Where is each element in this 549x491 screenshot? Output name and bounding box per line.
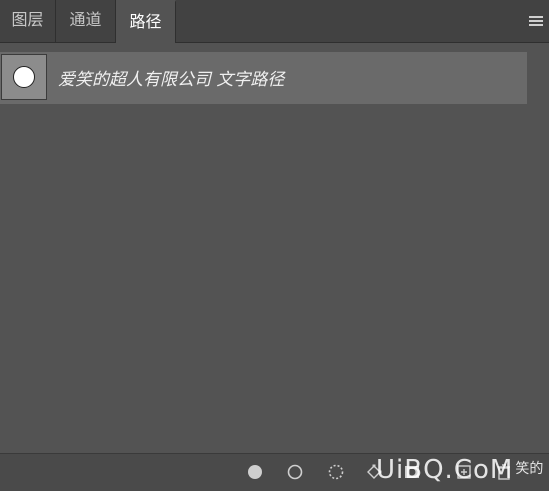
path-name-label[interactable]: 爱笑的超人有限公司 文字路径 <box>58 65 284 90</box>
panel-tab-bar: 图层 通道 路径 <box>0 0 549 43</box>
path-thumbnail <box>1 54 47 100</box>
load-as-selection-icon[interactable] <box>328 464 344 480</box>
tab-paths[interactable]: 路径 <box>116 0 176 43</box>
paths-list: 爱笑的超人有限公司 文字路径 <box>0 43 549 453</box>
circle-icon <box>13 66 35 88</box>
tab-layers[interactable]: 图层 <box>0 0 56 42</box>
fill-path-icon[interactable] <box>247 464 263 480</box>
panel-menu-icon[interactable] <box>529 16 543 27</box>
paths-panel: 图层 通道 路径 爱笑的超人有限公司 文字路径 UiBQ.CoM 笑的 <box>0 0 549 491</box>
path-row[interactable]: 爱笑的超人有限公司 文字路径 <box>0 52 527 104</box>
panel-footer: UiBQ.CoM 笑的 <box>0 453 549 491</box>
tab-channels[interactable]: 通道 <box>56 0 116 42</box>
watermark-logo: UiBQ.CoM 笑的 <box>376 455 544 485</box>
stroke-path-icon[interactable] <box>287 464 303 480</box>
